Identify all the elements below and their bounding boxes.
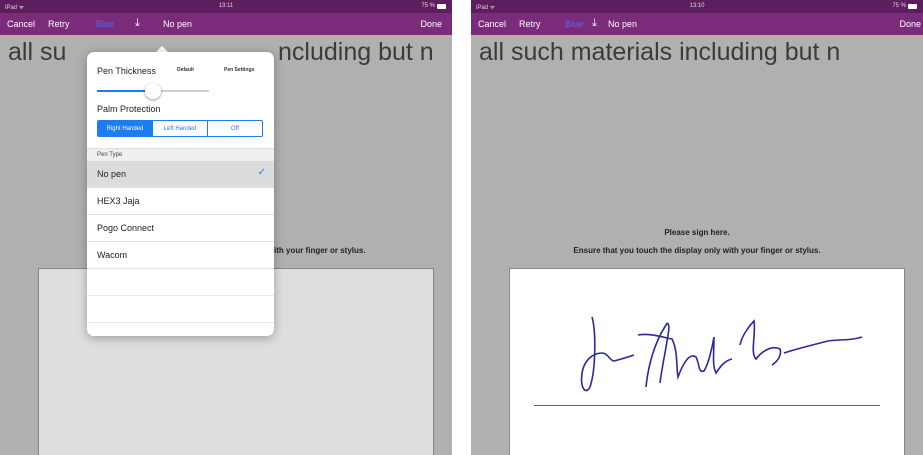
pen-type-label: HEX3 Jaja	[97, 196, 140, 206]
pen-type-row[interactable]: Wacom	[87, 242, 274, 269]
pen-thickness-slider[interactable]	[97, 83, 209, 99]
battery-percent: 75 %	[892, 3, 906, 9]
ipad-screen-right: iPad ᯤ 13:10 75 % Cancel Retry Blue ⤓ No…	[471, 0, 923, 455]
document-text-fragment: all su	[8, 38, 67, 66]
pen-type-label: Pogo Connect	[97, 223, 155, 233]
sign-instructions: Ensure that you touch the display only w…	[573, 246, 821, 255]
retry-button[interactable]: Retry	[48, 19, 70, 29]
cancel-button[interactable]: Cancel	[7, 19, 35, 29]
pen-type-row[interactable]: Pogo Connect	[87, 215, 274, 242]
signature-toolbar: Cancel Retry Blue ⤓ No pen Done	[0, 13, 452, 35]
signature-baseline	[534, 405, 880, 406]
sign-title: Please sign here.	[664, 228, 730, 237]
pen-type-header: Pen Type	[87, 148, 274, 161]
color-button[interactable]: Blue	[96, 19, 114, 29]
default-button[interactable]: Default	[177, 67, 194, 73]
segment-off[interactable]: Off	[208, 121, 262, 136]
signature-toolbar: Cancel Retry Blue ⤓ No pen Done	[471, 13, 923, 35]
document-text: all such materials including but n	[479, 38, 841, 66]
status-bar: iPad ᯤ 13:11 75 %	[0, 0, 452, 13]
cancel-button[interactable]: Cancel	[478, 19, 506, 29]
pen-type-row[interactable]: No pen ✓	[87, 161, 274, 188]
segment-left-handed[interactable]: Left Handed	[153, 121, 208, 136]
slider-thumb[interactable]	[145, 83, 161, 99]
palm-protection-label: Palm Protection	[97, 104, 161, 114]
checkmark-icon: ✓	[257, 167, 266, 178]
document-text-fragment: ncluding but n	[278, 38, 434, 66]
empty-row	[87, 296, 274, 323]
battery-status: 75 %	[892, 3, 917, 9]
pen-type-label: No pen	[97, 169, 127, 179]
retry-button[interactable]: Retry	[519, 19, 541, 29]
palm-protection-control: Right Handed Left Handed Off	[97, 120, 263, 137]
segment-right-handed[interactable]: Right Handed	[98, 121, 153, 136]
battery-status: 75 %	[421, 3, 446, 9]
status-bar: iPad ᯤ 13:10 75 %	[471, 0, 923, 13]
signature-drawing	[580, 316, 863, 392]
pen-type-list: No pen ✓ HEX3 Jaja Pogo Connect Wacom	[87, 161, 274, 336]
empty-row	[87, 323, 274, 336]
ipad-screen-left: iPad ᯤ 13:11 75 % Cancel Retry Blue ⤓ No…	[0, 0, 452, 455]
pen-settings-button[interactable]: Pen Settings	[224, 67, 254, 73]
pen-thickness-label: Pen Thickness	[97, 66, 156, 76]
battery-icon	[908, 3, 917, 9]
battery-icon	[437, 3, 446, 9]
battery-percent: 75 %	[421, 3, 435, 9]
color-button[interactable]: Blue	[565, 19, 583, 29]
signature-pad[interactable]	[509, 268, 905, 455]
clock: 13:11	[218, 3, 234, 9]
pen-type-label: Wacom	[97, 250, 128, 260]
pen-settings-popover: Pen Thickness Default Pen Settings Palm …	[87, 52, 274, 336]
download-arrow-icon[interactable]: ⤓	[135, 17, 140, 30]
download-arrow-icon[interactable]: ⤓	[592, 17, 597, 30]
pen-selector-button[interactable]: No pen	[163, 19, 192, 29]
empty-row	[87, 269, 274, 296]
done-button[interactable]: Done	[420, 19, 442, 29]
clock: 13:10	[689, 3, 705, 9]
pen-type-row[interactable]: HEX3 Jaja	[87, 188, 274, 215]
pen-selector-button[interactable]: No pen	[608, 19, 637, 29]
done-button[interactable]: Done	[899, 19, 921, 29]
sign-instructions-fragment: ith your finger or stylus.	[274, 246, 366, 255]
